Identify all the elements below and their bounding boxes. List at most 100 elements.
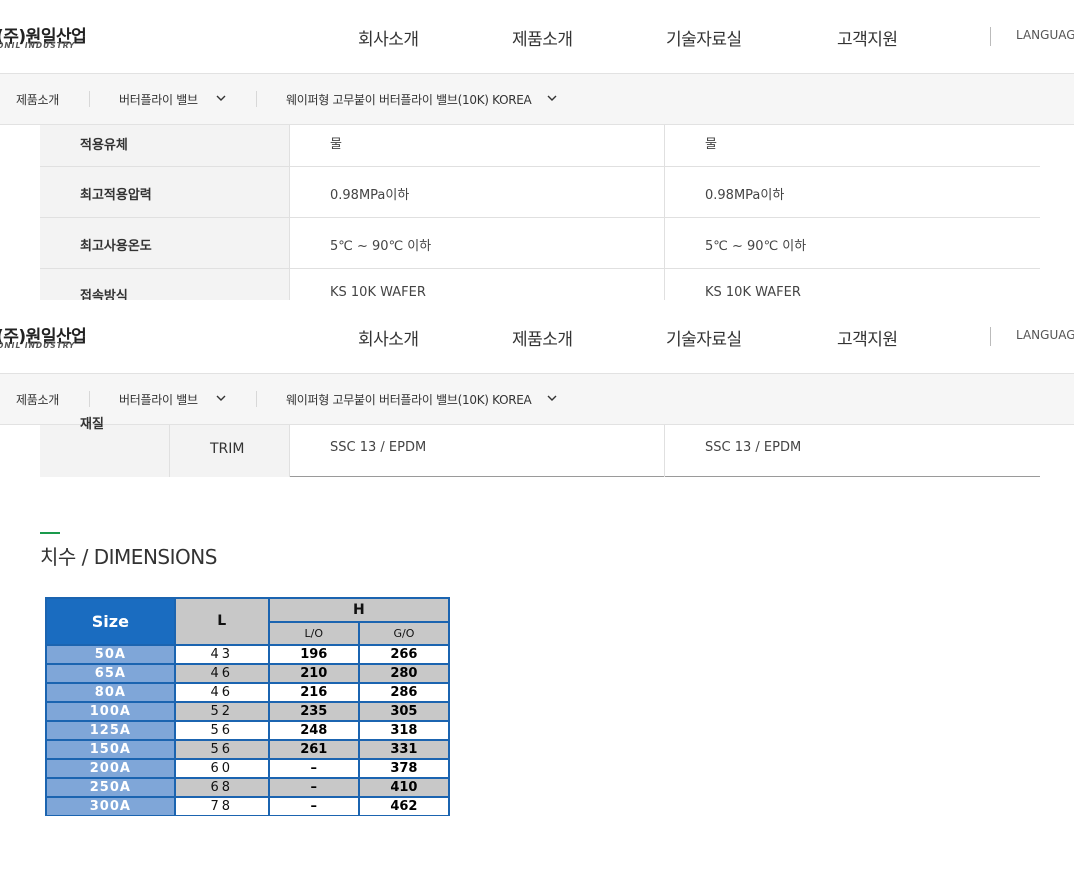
chevron-down-icon[interactable] bbox=[216, 393, 226, 403]
spec-label: 접속방식 bbox=[80, 289, 128, 300]
size-cell: 100A bbox=[45, 701, 176, 722]
l-cell: 46 bbox=[173, 682, 270, 703]
go-cell: 280 bbox=[357, 663, 450, 684]
spec-sublabel: TRIM bbox=[210, 441, 245, 457]
table-row: 125A 56 248 318 bbox=[45, 720, 450, 741]
nav-products[interactable]: 제품소개 bbox=[512, 25, 573, 50]
chevron-down-icon[interactable] bbox=[547, 93, 557, 103]
spec-value-cell: 5℃ ~ 90℃ 이하 bbox=[290, 218, 665, 268]
l-cell: 43 bbox=[173, 644, 270, 665]
spec-value-cell: KS 10K WAFER bbox=[290, 269, 665, 300]
spec-value: KS 10K WAFER bbox=[705, 285, 801, 300]
spec-label: 적용유체 bbox=[80, 138, 128, 153]
nav-company[interactable]: 회사소개 bbox=[358, 325, 419, 350]
nav-tech-data[interactable]: 기술자료실 bbox=[666, 25, 742, 50]
spec-value-cell: 0.98MPa이하 bbox=[665, 167, 1040, 217]
l-cell: 68 bbox=[173, 777, 270, 798]
dimensions-title: 치수 / DIMENSIONS bbox=[40, 545, 217, 569]
breadcrumb-products[interactable]: 제품소개 bbox=[16, 391, 59, 408]
breadcrumb: 제품소개 버터플라이 밸브 웨이퍼형 고무붙이 버터플라이 밸브(10K) KO… bbox=[0, 374, 1074, 425]
spec-value-cell: 5℃ ~ 90℃ 이하 bbox=[665, 218, 1040, 268]
site-logo[interactable]: (주)원일산업 ONIL INDUSTRY bbox=[0, 322, 96, 354]
spec-value: SSC 13 / EPDM bbox=[330, 440, 427, 455]
breadcrumb-divider bbox=[89, 91, 90, 107]
spec-value-cell: SSC 13 / EPDM bbox=[290, 425, 665, 477]
table-row: 80A 46 216 286 bbox=[45, 682, 450, 703]
lo-cell: 235 bbox=[267, 701, 360, 722]
l-header: L bbox=[173, 597, 270, 646]
language-button[interactable]: LANGUAGE bbox=[1016, 328, 1074, 342]
spec-value-cell: 물 bbox=[290, 125, 665, 166]
spec-value: 0.98MPa이하 bbox=[705, 188, 785, 203]
dimensions-table: Size L H L/O G/O 50A 43 196 266 65A 46 210 280 8… bbox=[45, 597, 450, 816]
nav-divider bbox=[990, 27, 991, 46]
breadcrumb-divider bbox=[256, 91, 257, 107]
lo-cell: – bbox=[267, 777, 360, 798]
nav-tech-data[interactable]: 기술자료실 bbox=[666, 325, 742, 350]
lo-cell: – bbox=[267, 758, 360, 779]
go-cell: 410 bbox=[357, 777, 450, 798]
table-row: 300A 78–462 bbox=[45, 796, 450, 816]
logo-subtext: ONIL INDUSTRY bbox=[0, 341, 76, 350]
go-cell: 305 bbox=[357, 701, 450, 722]
table-row: 250A 68–410 bbox=[45, 777, 450, 798]
nav-company[interactable]: 회사소개 bbox=[358, 25, 419, 50]
go-cell: 331 bbox=[357, 739, 450, 760]
breadcrumb-products[interactable]: 제품소개 bbox=[16, 91, 59, 108]
breadcrumb-current-product[interactable]: 웨이퍼형 고무붙이 버터플라이 밸브(10K) KOREA bbox=[286, 91, 532, 108]
breadcrumb-divider bbox=[89, 391, 90, 407]
spec-label: 재질 bbox=[80, 417, 104, 432]
nav-support[interactable]: 고객지원 bbox=[837, 25, 898, 50]
spec-label-cell: 최고사용온도 bbox=[40, 218, 290, 268]
nav-products[interactable]: 제품소개 bbox=[512, 325, 573, 350]
screenshot-bottom: (주)원일산업 ONIL INDUSTRY 회사소개 제품소개 기술자료실 고객… bbox=[0, 300, 1074, 892]
spec-value: KS 10K WAFER bbox=[330, 285, 426, 300]
spec-label: 최고적용압력 bbox=[80, 188, 152, 203]
l-cell: 56 bbox=[173, 720, 270, 741]
spec-table-material-row: 재질 TRIM SSC 13 / EPDM SSC 13 / EPDM bbox=[40, 417, 1040, 477]
chevron-down-icon[interactable] bbox=[547, 393, 557, 403]
spec-value-cell: SSC 13 / EPDM bbox=[665, 425, 1040, 477]
spec-value: 물 bbox=[330, 137, 342, 152]
lo-cell: 216 bbox=[267, 682, 360, 703]
spec-value: 5℃ ~ 90℃ 이하 bbox=[330, 239, 432, 254]
site-header: (주)원일산업 ONIL INDUSTRY 회사소개 제품소개 기술자료실 고객… bbox=[0, 0, 1074, 74]
breadcrumb-butterfly-valve[interactable]: 버터플라이 밸브 bbox=[119, 91, 198, 108]
dimensions-table-image: Size L H L/O G/O 50A 43 196 266 65A 46 210 280 8… bbox=[45, 597, 450, 816]
table-row: 50A 43 196 266 bbox=[45, 644, 450, 665]
spec-label: 최고사용온도 bbox=[80, 239, 152, 254]
spec-label-cell: 적용유체 bbox=[40, 125, 290, 166]
l-cell: 78 bbox=[173, 796, 270, 816]
chevron-down-icon[interactable] bbox=[216, 93, 226, 103]
logo-subtext: ONIL INDUSTRY bbox=[0, 41, 76, 50]
spec-value: 5℃ ~ 90℃ 이하 bbox=[705, 239, 807, 254]
table-row: 150A 56 261 331 bbox=[45, 739, 450, 760]
language-button[interactable]: LANGUAGE bbox=[1016, 28, 1074, 42]
l-cell: 52 bbox=[173, 701, 270, 722]
lo-cell: 210 bbox=[267, 663, 360, 684]
spec-value: SSC 13 / EPDM bbox=[705, 440, 802, 455]
breadcrumb-butterfly-valve[interactable]: 버터플라이 밸브 bbox=[119, 391, 198, 408]
spec-row: 최고적용압력 0.98MPa이하 0.98MPa이하 bbox=[40, 167, 1040, 218]
spec-label-cell: 접속방식 bbox=[40, 269, 290, 300]
nav-support[interactable]: 고객지원 bbox=[837, 325, 898, 350]
size-cell: 250A bbox=[45, 777, 176, 798]
spec-value-cell: 0.98MPa이하 bbox=[290, 167, 665, 217]
l-cell: 60 bbox=[173, 758, 270, 779]
breadcrumb-current-product[interactable]: 웨이퍼형 고무붙이 버터플라이 밸브(10K) KOREA bbox=[286, 391, 532, 408]
go-cell: 462 bbox=[357, 796, 450, 816]
table-row: 100A 52 235 305 bbox=[45, 701, 450, 722]
spec-label-cell: 최고적용압력 bbox=[40, 167, 290, 217]
go-header: G/O bbox=[357, 621, 450, 646]
go-cell: 378 bbox=[357, 758, 450, 779]
size-cell: 200A bbox=[45, 758, 176, 779]
size-cell: 50A bbox=[45, 644, 176, 665]
spec-label-cell: 재질 bbox=[40, 417, 170, 477]
go-cell: 266 bbox=[357, 644, 450, 665]
breadcrumb: 제품소개 버터플라이 밸브 웨이퍼형 고무붙이 버터플라이 밸브(10K) KO… bbox=[0, 74, 1074, 125]
lo-header: L/O bbox=[267, 621, 360, 646]
lo-cell: 196 bbox=[267, 644, 360, 665]
size-cell: 65A bbox=[45, 663, 176, 684]
size-cell: 300A bbox=[45, 796, 176, 816]
site-logo[interactable]: (주)원일산업 ONIL INDUSTRY bbox=[0, 22, 96, 54]
